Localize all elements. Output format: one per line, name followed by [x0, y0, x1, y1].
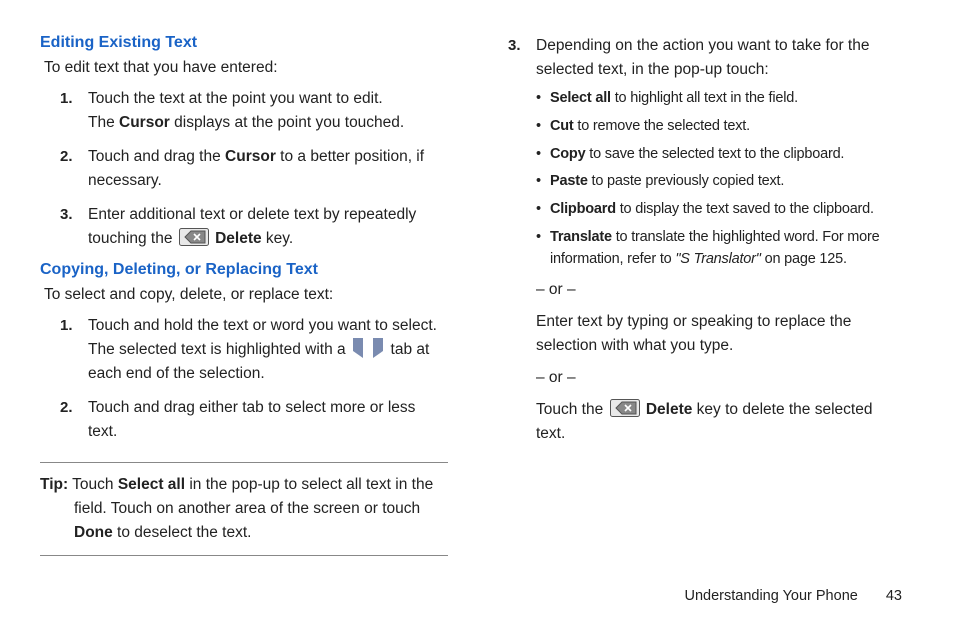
heading-editing-text: Editing Existing Text — [40, 34, 448, 52]
option-paste: Paste to paste previously copied text. — [536, 171, 896, 193]
step-2: 2. Touch and drag either tab to select m… — [60, 396, 448, 444]
option-text: to paste previously copied text. — [588, 173, 785, 189]
left-column: Editing Existing Text To edit text that … — [40, 34, 468, 596]
step-number: 3. — [60, 203, 73, 226]
step-number: 2. — [60, 396, 73, 419]
step-3: 3. Enter additional text or delete text … — [60, 203, 448, 251]
italic-reference: "S Translator" — [675, 251, 760, 267]
option-label: Translate — [550, 229, 612, 245]
popup-options-list: Select all to highlight all text in the … — [536, 88, 896, 270]
step-text: Touch and drag either tab to select more… — [88, 399, 415, 440]
selection-handle-right-icon — [371, 338, 385, 358]
option-label: Select all — [550, 90, 611, 106]
step-text: Touch and hold the text or word you want… — [88, 317, 437, 334]
bold-cursor: Cursor — [119, 114, 170, 131]
intro-copy-delete-replace: To select and copy, delete, or replace t… — [44, 285, 448, 306]
intro-editing-text: To edit text that you have entered: — [44, 58, 448, 79]
heading-copy-delete-replace: Copying, Deleting, or Replacing Text — [40, 261, 448, 279]
step-text: The selected text is highlighted with a — [88, 341, 350, 358]
option-text: to display the text saved to the clipboa… — [616, 201, 874, 217]
steps-copy-delete-replace: 1. Touch and hold the text or word you w… — [40, 314, 448, 444]
step-text: displays at the point you touched. — [170, 114, 404, 131]
bold-select-all: Select all — [118, 476, 185, 493]
option-translate: Translate to translate the highlighted w… — [536, 227, 896, 271]
step-1: 1. Touch the text at the point you want … — [60, 87, 448, 135]
option-label: Clipboard — [550, 201, 616, 217]
bold-done: Done — [74, 524, 113, 541]
step-number: 3. — [508, 34, 521, 57]
page: Editing Existing Text To edit text that … — [0, 0, 954, 636]
step-1: 1. Touch and hold the text or word you w… — [60, 314, 448, 386]
step-text: key. — [262, 230, 294, 247]
delete-text-paragraph: Touch the Delete key to delete the selec… — [536, 398, 896, 446]
bold-delete: Delete — [211, 230, 262, 247]
tip-box: Tip: Touch Select all in the pop-up to s… — [40, 462, 448, 556]
option-copy: Copy to save the selected text to the cl… — [536, 144, 896, 166]
or-separator: – or – — [536, 278, 896, 302]
text: Touch the — [536, 401, 608, 418]
footer-page-number: 43 — [886, 588, 902, 604]
option-clipboard: Clipboard to display the text saved to t… — [536, 199, 896, 221]
steps-editing-text: 1. Touch the text at the point you want … — [40, 87, 448, 251]
option-text: on page 125. — [761, 251, 847, 267]
step-text: Touch the text at the point you want to … — [88, 90, 383, 107]
tip-label: Tip: — [40, 476, 68, 493]
option-cut: Cut to remove the selected text. — [536, 116, 896, 138]
step-2: 2. Touch and drag the Cursor to a better… — [60, 145, 448, 193]
delete-key-icon — [179, 228, 209, 246]
footer-section-title: Understanding Your Phone — [684, 588, 857, 604]
replace-text-paragraph: Enter text by typing or speaking to repl… — [536, 310, 896, 358]
steps-right: 3. Depending on the action you want to t… — [488, 34, 896, 446]
step-3: 3. Depending on the action you want to t… — [508, 34, 896, 446]
tip-text: to deselect the text. — [113, 524, 252, 541]
bold-delete: Delete — [642, 401, 693, 418]
option-select-all: Select all to highlight all text in the … — [536, 88, 896, 110]
step-text: Depending on the action you want to take… — [536, 37, 869, 78]
bold-cursor: Cursor — [225, 148, 276, 165]
step-number: 2. — [60, 145, 73, 168]
or-separator: – or – — [536, 366, 896, 390]
selection-handle-left-icon — [351, 338, 365, 358]
option-label: Paste — [550, 173, 588, 189]
step-number: 1. — [60, 87, 73, 110]
step-number: 1. — [60, 314, 73, 337]
option-label: Cut — [550, 118, 574, 134]
option-text: to remove the selected text. — [574, 118, 750, 134]
option-text: to highlight all text in the field. — [611, 90, 798, 106]
step-text: Touch and drag the — [88, 148, 225, 165]
option-text: to save the selected text to the clipboa… — [585, 146, 844, 162]
option-label: Copy — [550, 146, 585, 162]
right-column: 3. Depending on the action you want to t… — [468, 34, 896, 596]
delete-key-icon — [610, 399, 640, 417]
tip-text: Touch — [68, 476, 118, 493]
page-footer: Understanding Your Phone 43 — [684, 588, 902, 604]
step-text: The — [88, 114, 119, 131]
